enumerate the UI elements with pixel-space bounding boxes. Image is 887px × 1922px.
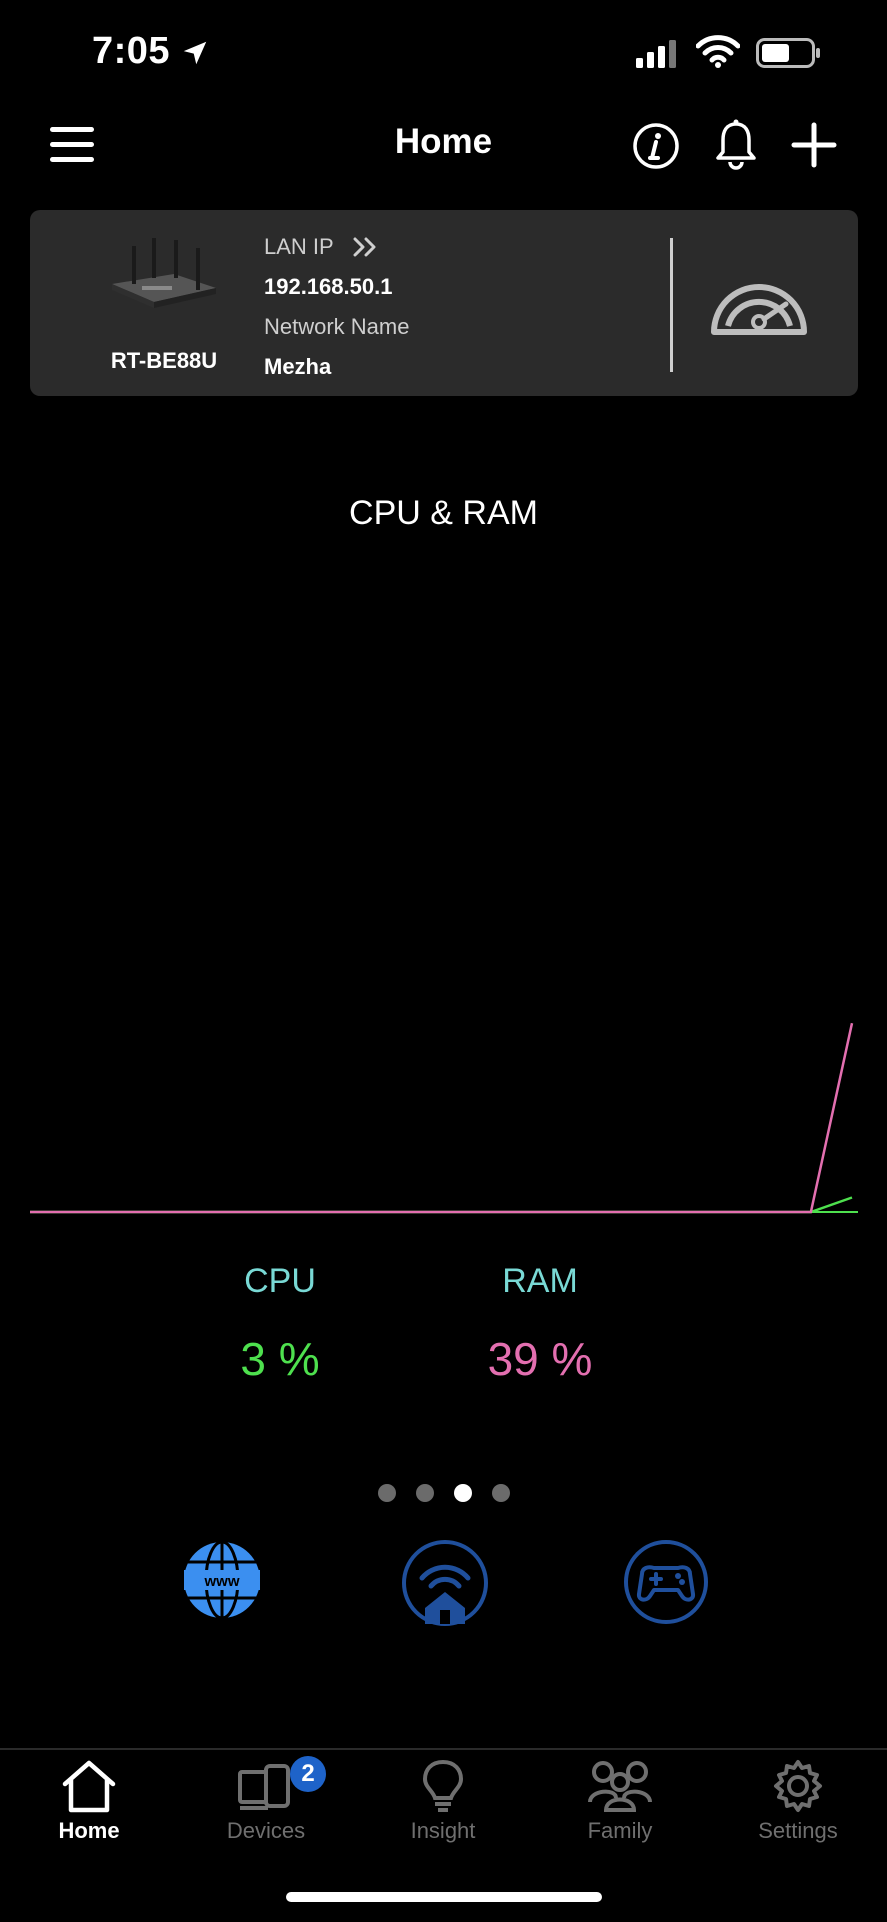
- gamepad-icon[interactable]: [622, 1538, 710, 1626]
- devices-badge: 2: [290, 1756, 326, 1792]
- cpu-ram-line-chart: [30, 1022, 858, 1214]
- wifi-icon: [696, 35, 740, 68]
- add-icon[interactable]: [790, 121, 838, 169]
- double-chevron-right-icon[interactable]: [352, 236, 380, 258]
- svg-text:www: www: [203, 1573, 239, 1590]
- tab-family[interactable]: Family: [550, 1758, 690, 1844]
- cpu-value: 3 %: [240, 1333, 320, 1385]
- tab-insight-label: Insight: [410, 1818, 476, 1843]
- home-indicator: [286, 1892, 602, 1902]
- tab-devices-label: Devices: [226, 1818, 306, 1843]
- page-dot-3-active[interactable]: [453, 1484, 472, 1502]
- lan-ip-label: LAN IP: [264, 234, 334, 259]
- router-image: [112, 238, 216, 308]
- page-dot-1[interactable]: [377, 1484, 396, 1502]
- tab-family-label: Family: [587, 1818, 653, 1843]
- page-indicator[interactable]: [0, 1484, 887, 1502]
- cpu-label: CPU: [244, 1262, 316, 1300]
- page-dot-2[interactable]: [415, 1484, 434, 1502]
- router-model: RT-BE88U: [110, 348, 218, 373]
- lightbulb-icon: [422, 1759, 464, 1812]
- home-icon: [62, 1760, 116, 1813]
- tab-settings[interactable]: Settings: [728, 1758, 868, 1844]
- cpu-series-line: [30, 1196, 853, 1214]
- page-dot-4[interactable]: [491, 1484, 510, 1502]
- lan-ip-value: 192.168.50.1: [264, 274, 393, 299]
- tab-insight[interactable]: Insight: [373, 1758, 513, 1844]
- ram-label: RAM: [502, 1262, 578, 1300]
- tab-home[interactable]: Home: [19, 1758, 159, 1844]
- bell-icon[interactable]: [712, 118, 760, 172]
- speedometer-icon[interactable]: [708, 266, 810, 344]
- card-divider: [670, 238, 673, 372]
- location-arrow-icon: [183, 41, 207, 65]
- ram-value: 39 %: [487, 1333, 593, 1385]
- home-wifi-icon[interactable]: [400, 1538, 490, 1628]
- family-icon: [588, 1761, 652, 1812]
- www-globe-icon[interactable]: www: [180, 1538, 264, 1622]
- network-name-value: Mezha: [264, 354, 332, 379]
- battery-icon: [756, 38, 820, 68]
- status-time: 7:05: [92, 30, 171, 72]
- ram-series-line: [30, 1022, 854, 1214]
- tab-home-label: Home: [58, 1818, 120, 1843]
- info-icon[interactable]: [632, 122, 680, 170]
- gear-icon: [774, 1760, 822, 1812]
- devices-icon: [238, 1764, 290, 1810]
- chart-title: CPU & RAM: [349, 494, 538, 532]
- tab-settings-label: Settings: [758, 1818, 838, 1843]
- network-name-label: Network Name: [264, 314, 410, 339]
- cellular-signal-icon: [636, 40, 676, 68]
